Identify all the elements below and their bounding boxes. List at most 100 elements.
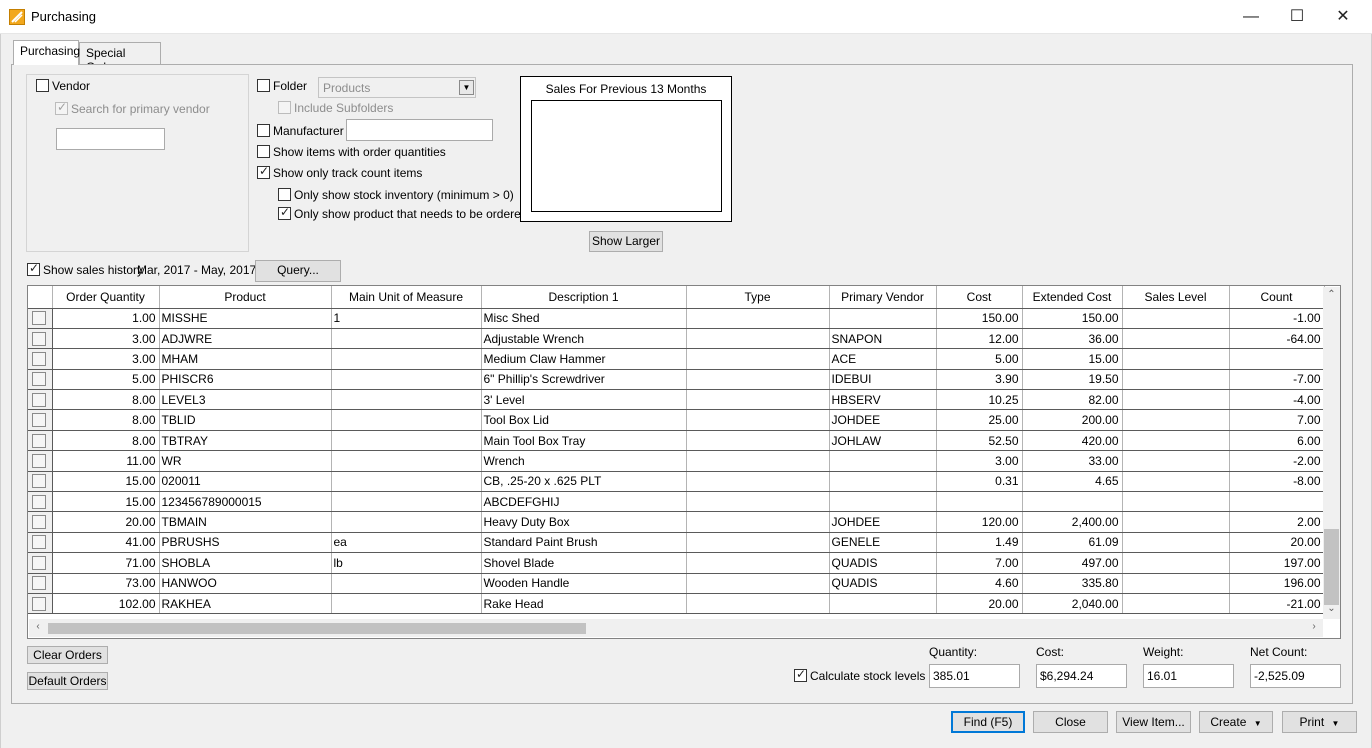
table-cell[interactable] bbox=[686, 573, 830, 594]
table-cell[interactable]: ea bbox=[331, 532, 482, 554]
create-button[interactable]: Create ▼ bbox=[1199, 711, 1273, 733]
table-cell[interactable]: 150.00 bbox=[1022, 308, 1123, 329]
table-cell[interactable]: Medium Claw Hammer bbox=[481, 348, 687, 370]
table-cell[interactable]: 497.00 bbox=[1022, 552, 1123, 574]
scroll-down-icon[interactable]: ⌄ bbox=[1323, 603, 1340, 614]
table-cell[interactable] bbox=[331, 491, 482, 513]
show-track-count-checkbox[interactable] bbox=[257, 164, 270, 179]
table-cell[interactable]: Tool Box Lid bbox=[481, 409, 687, 431]
table-cell[interactable]: 6.00 bbox=[1229, 430, 1325, 452]
row-selector-box[interactable] bbox=[32, 372, 46, 387]
table-cell[interactable]: 3.00 bbox=[52, 348, 160, 370]
table-cell[interactable]: Main Tool Box Tray bbox=[481, 430, 687, 452]
table-cell[interactable]: Heavy Duty Box bbox=[481, 511, 687, 533]
table-cell[interactable] bbox=[686, 450, 830, 472]
table-cell[interactable]: IDEBUI bbox=[829, 369, 937, 391]
row-selector[interactable] bbox=[28, 369, 53, 391]
column-header[interactable]: Main Unit of Measure bbox=[331, 286, 482, 309]
table-cell[interactable]: 7.00 bbox=[936, 552, 1023, 574]
row-selector[interactable] bbox=[28, 471, 53, 493]
table-cell[interactable]: 020011 bbox=[159, 471, 332, 493]
table-cell[interactable]: 73.00 bbox=[52, 573, 160, 594]
table-row[interactable]: 102.00 RAKHEA Rake Head 20.00 2,040.00 -21.00 bbox=[28, 593, 1325, 615]
table-cell[interactable]: 0.31 bbox=[936, 471, 1023, 493]
folder-checkbox[interactable] bbox=[257, 79, 270, 92]
table-cell[interactable]: 8.00 bbox=[52, 430, 160, 452]
table-cell[interactable]: 5.00 bbox=[52, 369, 160, 391]
table-row[interactable]: 3.00 ADJWRE Adjustable Wrench SNAPON 12.00 36… bbox=[28, 328, 1325, 350]
table-cell[interactable]: 8.00 bbox=[52, 409, 160, 431]
row-selector-box[interactable] bbox=[32, 351, 46, 366]
row-selector[interactable] bbox=[28, 450, 53, 472]
table-cell[interactable]: 15.00 bbox=[52, 471, 160, 493]
column-header[interactable]: Type bbox=[686, 286, 830, 309]
table-cell[interactable]: 19.50 bbox=[1022, 369, 1123, 391]
view-item-button[interactable]: View Item... bbox=[1116, 711, 1191, 733]
table-cell[interactable]: 5.00 bbox=[936, 348, 1023, 370]
table-cell[interactable]: 200.00 bbox=[1022, 409, 1123, 431]
vendor-checkbox[interactable] bbox=[36, 79, 49, 92]
table-cell[interactable]: Adjustable Wrench bbox=[481, 328, 687, 350]
maximize-button[interactable]: ☐ bbox=[1274, 0, 1320, 33]
table-cell[interactable] bbox=[331, 328, 482, 350]
print-button[interactable]: Print ▼ bbox=[1282, 711, 1357, 733]
table-cell[interactable] bbox=[686, 491, 830, 513]
table-cell[interactable]: 3.00 bbox=[52, 328, 160, 350]
row-selector-box[interactable] bbox=[32, 576, 46, 591]
row-selector[interactable] bbox=[28, 308, 53, 329]
show-larger-button[interactable]: Show Larger bbox=[589, 231, 663, 252]
table-row[interactable]: 15.00 020011 CB, .25-20 x .625 PLT 0.31 4.65… bbox=[28, 471, 1325, 493]
table-row[interactable]: 8.00 TBTRAY Main Tool Box Tray JOHLAW 52.50 4… bbox=[28, 430, 1325, 452]
table-cell[interactable]: Standard Paint Brush bbox=[481, 532, 687, 554]
table-cell[interactable]: -21.00 bbox=[1229, 593, 1325, 615]
table-cell[interactable] bbox=[331, 389, 482, 411]
weight-field[interactable]: 16.01 bbox=[1143, 664, 1234, 688]
table-cell[interactable]: SNAPON bbox=[829, 328, 937, 350]
table-cell[interactable]: -64.00 bbox=[1229, 328, 1325, 350]
minimize-button[interactable]: — bbox=[1228, 0, 1274, 33]
include-subfolders-checkbox[interactable] bbox=[278, 101, 291, 114]
table-cell[interactable] bbox=[331, 348, 482, 370]
table-cell[interactable]: JOHLAW bbox=[829, 430, 937, 452]
table-cell[interactable]: 1 bbox=[331, 308, 482, 329]
table-cell[interactable] bbox=[1229, 348, 1325, 370]
table-row[interactable]: 8.00 TBLID Tool Box Lid JOHDEE 25.00 200.00 7.… bbox=[28, 409, 1325, 431]
table-cell[interactable]: 102.00 bbox=[52, 593, 160, 615]
row-selector-box[interactable] bbox=[32, 392, 46, 407]
table-cell[interactable] bbox=[331, 409, 482, 431]
column-header[interactable]: Description 1 bbox=[481, 286, 687, 309]
table-cell[interactable]: Rake Head bbox=[481, 593, 687, 615]
table-cell[interactable]: 2.00 bbox=[1229, 511, 1325, 533]
tab-special-orders[interactable]: Special Orders bbox=[79, 42, 161, 74]
table-cell[interactable]: 335.80 bbox=[1022, 573, 1123, 594]
needs-order-checkbox[interactable] bbox=[278, 205, 291, 220]
table-cell[interactable]: lb bbox=[331, 552, 482, 574]
column-header[interactable]: Product bbox=[159, 286, 332, 309]
row-selector[interactable] bbox=[28, 593, 53, 615]
folder-select[interactable]: Products ▼ bbox=[318, 77, 476, 98]
table-cell[interactable] bbox=[829, 491, 937, 513]
row-selector[interactable] bbox=[28, 328, 53, 350]
row-selector-box[interactable] bbox=[32, 433, 46, 448]
table-cell[interactable]: Wrench bbox=[481, 450, 687, 472]
row-selector-box[interactable] bbox=[32, 555, 46, 570]
table-cell[interactable]: Shovel Blade bbox=[481, 552, 687, 574]
table-cell[interactable]: SHOBLA bbox=[159, 552, 332, 574]
stock-inventory-checkbox[interactable] bbox=[278, 188, 291, 201]
scroll-right-icon[interactable]: › bbox=[1309, 621, 1319, 632]
column-header[interactable]: Sales Level bbox=[1122, 286, 1230, 309]
row-selector[interactable] bbox=[28, 409, 53, 431]
table-cell[interactable]: 33.00 bbox=[1022, 450, 1123, 472]
table-cell[interactable]: 82.00 bbox=[1022, 389, 1123, 411]
table-cell[interactable]: QUADIS bbox=[829, 552, 937, 574]
table-cell[interactable]: 196.00 bbox=[1229, 573, 1325, 594]
row-selector[interactable] bbox=[28, 430, 53, 452]
table-cell[interactable]: 25.00 bbox=[936, 409, 1023, 431]
table-cell[interactable]: 8.00 bbox=[52, 389, 160, 411]
table-cell[interactable] bbox=[1122, 308, 1230, 329]
table-cell[interactable]: 7.00 bbox=[1229, 409, 1325, 431]
table-cell[interactable] bbox=[686, 389, 830, 411]
column-header[interactable]: Primary Vendor bbox=[829, 286, 937, 309]
table-row[interactable]: 11.00 WR Wrench 3.00 33.00 -2.00 bbox=[28, 450, 1325, 472]
row-selector-box[interactable] bbox=[32, 413, 46, 428]
